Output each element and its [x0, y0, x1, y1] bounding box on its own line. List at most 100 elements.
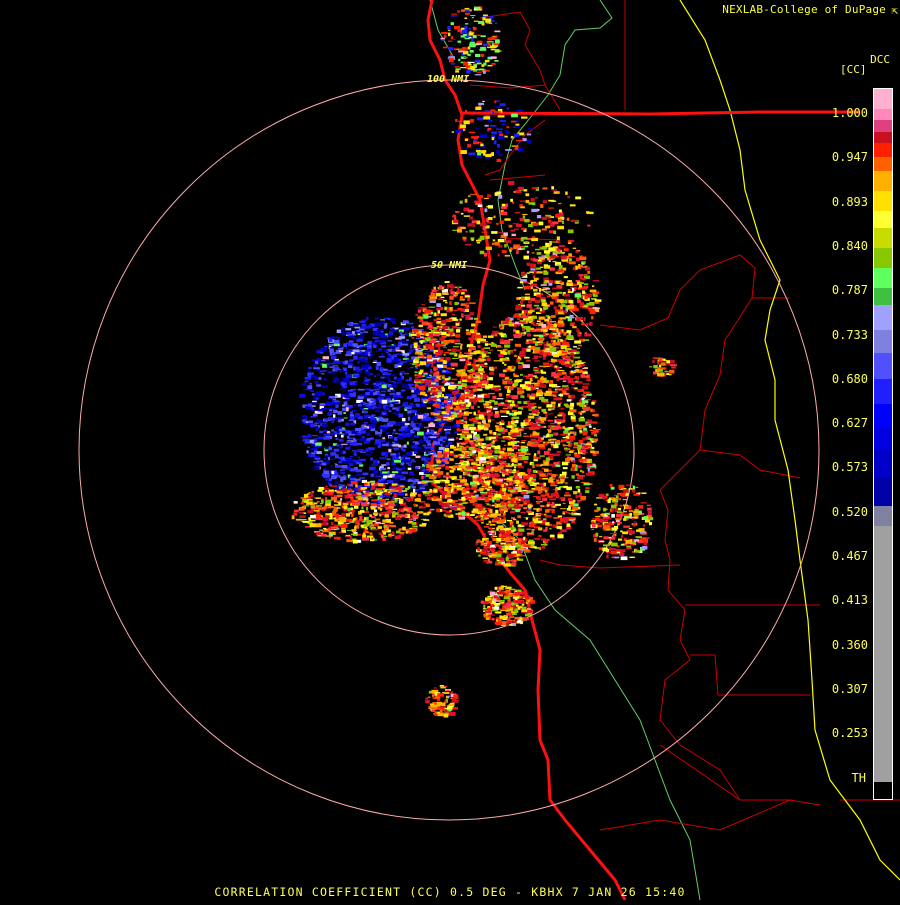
radar-echo-pixel — [498, 373, 505, 377]
radar-echo-pixel — [494, 388, 500, 392]
radar-echo-pixel — [362, 537, 369, 541]
radar-echo-pixel — [389, 502, 395, 507]
radar-echo-pixel — [428, 306, 436, 308]
radar-echo-pixel — [430, 419, 434, 423]
radar-echo-pixel — [448, 376, 451, 380]
radar-map[interactable]: 50 NMI 100 NMI — [0, 0, 900, 901]
radar-echo-pixel — [540, 543, 548, 546]
radar-echo-pixel — [486, 447, 491, 450]
radar-echo-pixel — [388, 448, 392, 453]
radar-echo-pixel — [422, 491, 427, 493]
radar-echo-pixel — [334, 367, 340, 370]
radar-echo-pixel — [356, 367, 360, 369]
radar-echo-pixel — [424, 309, 431, 314]
radar-echo-pixel — [444, 281, 450, 283]
radar-echo-pixel — [389, 387, 394, 390]
radar-echo-pixel — [430, 387, 437, 391]
radar-echo-pixel — [440, 357, 444, 360]
radar-echo-pixel — [513, 454, 517, 456]
radar-echo-pixel — [490, 461, 493, 466]
radar-echo-pixel — [409, 402, 414, 407]
radar-echo-pixel — [545, 333, 550, 335]
radar-echo-pixel — [593, 427, 596, 429]
radar-echo-pixel — [345, 374, 353, 379]
radar-echo-pixel — [398, 413, 404, 418]
radar-echo-pixel — [501, 495, 508, 500]
radar-echo-pixel — [354, 404, 359, 407]
radar-echo-pixel — [542, 497, 548, 501]
radar-echo-pixel — [291, 515, 295, 520]
radar-echo-pixel — [352, 331, 355, 334]
radar-echo-pixel — [375, 383, 380, 387]
radar-echo-pixel — [576, 424, 579, 426]
radar-echo-pixel — [461, 502, 468, 505]
radar-echo-pixel — [503, 492, 506, 495]
radar-echo-pixel — [331, 429, 335, 432]
radar-echo-pixel — [315, 359, 321, 362]
radar-echo-pixel — [514, 506, 521, 509]
radar-echo-pixel — [544, 505, 547, 507]
radar-echo-pixel — [498, 455, 501, 459]
radar-echo-pixel — [432, 358, 440, 360]
radar-echo-pixel — [495, 427, 500, 431]
radar-echo-pixel — [450, 295, 457, 298]
radar-echo-pixel — [577, 465, 582, 469]
radar-echo-pixel — [322, 363, 327, 368]
radar-echo-pixel — [463, 461, 467, 465]
radar-echo-pixel — [366, 432, 371, 436]
radar-echo-pixel — [354, 533, 357, 536]
radar-echo-pixel — [449, 458, 454, 461]
radar-echo-pixel — [453, 346, 459, 348]
radar-echo-pixel — [323, 458, 326, 460]
radar-echo-pixel — [533, 367, 540, 370]
radar-echo-pixel — [478, 504, 483, 507]
radar-echo-pixel — [463, 424, 469, 429]
radar-echo-pixel — [536, 496, 541, 501]
radar-echo-pixel — [552, 287, 560, 290]
radar-echo-pixel — [362, 490, 366, 493]
radar-echo-pixel — [477, 482, 480, 486]
radar-echo-pixel — [464, 352, 470, 354]
radar-echo-pixel — [324, 346, 328, 348]
radar-echo-pixel — [570, 409, 577, 413]
radar-echo-pixel — [448, 467, 452, 469]
radar-echo-pixel — [532, 375, 537, 377]
radar-echo-pixel — [478, 472, 484, 474]
radar-echo-pixel — [457, 289, 462, 293]
radar-echo-pixel — [472, 489, 476, 491]
radar-echo-pixel — [580, 495, 587, 500]
radar-echo-pixel — [502, 407, 508, 409]
radar-echo-pixel — [508, 386, 514, 391]
radar-echo-pixel — [500, 501, 505, 506]
radar-echo-pixel — [548, 408, 555, 410]
radar-echo-pixel — [423, 519, 428, 521]
radar-echo-pixel — [561, 475, 565, 478]
radar-echo-pixel — [302, 520, 310, 523]
radar-echo-pixel — [414, 383, 419, 388]
radar-echo-pixel — [423, 384, 427, 387]
radar-echo-pixel — [360, 487, 366, 490]
radar-echo-pixel — [346, 332, 353, 335]
radar-echo-pixel — [580, 443, 586, 445]
range-ring-label-100: 100 NMI — [427, 74, 469, 85]
radar-echo-pixel — [344, 494, 349, 499]
radar-echo-pixel — [434, 474, 439, 477]
radar-echo-pixel — [345, 407, 349, 412]
radar-echo-pixel — [365, 344, 370, 347]
radar-echo-pixel — [465, 316, 469, 320]
radar-echo-pixel — [544, 392, 552, 396]
range-ring-label-50: 50 NMI — [431, 260, 467, 271]
radar-echo-pixel — [569, 449, 575, 452]
radar-echo-pixel — [340, 524, 348, 529]
radar-echo-pixel — [405, 386, 410, 389]
radar-echo-pixel — [314, 466, 320, 470]
radar-echo-pixel — [387, 472, 390, 476]
radar-echo-pixel — [371, 485, 375, 490]
radar-echo-pixel — [453, 448, 460, 451]
radar-echo-pixel — [445, 431, 451, 435]
radar-echo-pixel — [326, 431, 331, 434]
radar-echo-pixel — [371, 420, 378, 424]
radar-echo-pixel — [500, 333, 504, 338]
radar-echo-pixel — [412, 482, 417, 485]
radar-echo-pixel — [387, 378, 391, 382]
